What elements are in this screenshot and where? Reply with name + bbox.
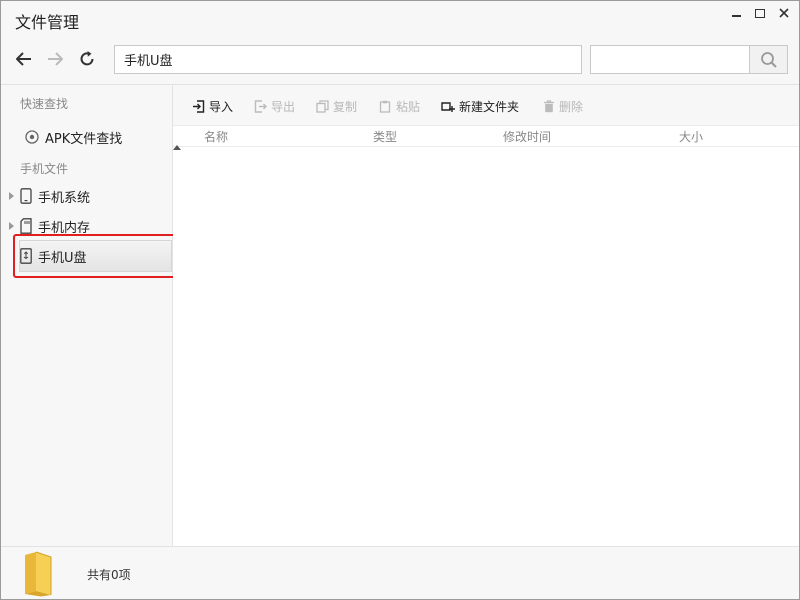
- trash-icon: [544, 99, 554, 112]
- target-icon: [25, 130, 39, 144]
- expand-arrow-icon[interactable]: [9, 192, 14, 200]
- refresh-icon: [80, 51, 94, 66]
- export-label: 导出: [271, 99, 296, 114]
- navigation-bar: [1, 37, 799, 85]
- section-quick-find: 快速查找: [20, 97, 69, 111]
- sidebar-item-label: 手机内存: [38, 220, 91, 236]
- close-icon: [779, 8, 789, 18]
- selection-highlight-box: [13, 234, 181, 278]
- copy-button[interactable]: 复制: [316, 97, 357, 115]
- paste-button[interactable]: 粘贴: [379, 97, 420, 115]
- maximize-button[interactable]: [749, 4, 771, 22]
- export-button[interactable]: 导出: [254, 97, 295, 115]
- new-folder-label: 新建文件夹: [459, 99, 520, 114]
- search-icon: [760, 51, 777, 68]
- column-size[interactable]: 大小: [679, 128, 703, 145]
- delete-button[interactable]: 删除: [543, 97, 583, 115]
- column-modified-time[interactable]: 修改时间: [503, 128, 551, 145]
- minimize-icon: [731, 15, 741, 17]
- import-icon: [193, 99, 205, 113]
- copy-icon: [316, 99, 329, 113]
- search-box: [590, 45, 788, 74]
- maximize-icon: [755, 8, 765, 18]
- forward-button[interactable]: [43, 47, 67, 71]
- item-count-text: 共有0项: [87, 568, 131, 582]
- sort-ascending-icon[interactable]: [173, 126, 181, 150]
- new-folder-icon: [441, 101, 455, 112]
- section-phone-files: 手机文件: [20, 162, 69, 176]
- title-bar: 文件管理: [1, 1, 799, 37]
- sidebar: 快速查找 APK文件查找 手机文件 手机系统 手机内存 手机U盘: [1, 85, 181, 546]
- refresh-button[interactable]: [75, 47, 99, 71]
- close-button[interactable]: [773, 4, 795, 22]
- import-label: 导入: [209, 99, 234, 114]
- sdcard-icon: [20, 218, 32, 234]
- back-button[interactable]: [12, 47, 36, 71]
- paste-label: 粘贴: [396, 99, 421, 114]
- import-button[interactable]: 导入: [192, 97, 233, 115]
- back-arrow-icon: [16, 52, 31, 66]
- folder-icon: [25, 551, 52, 597]
- copy-label: 复制: [333, 99, 358, 114]
- sidebar-item-phone-system[interactable]: 手机系统: [1, 183, 173, 209]
- address-bar[interactable]: [114, 45, 582, 74]
- status-bar: 共有0项: [1, 546, 799, 599]
- forward-arrow-icon: [48, 52, 63, 66]
- file-list-panel: 导入 导出 复制 粘贴 新建文件夹 删除 名称 类型 修改时间 大小: [173, 85, 799, 546]
- column-name[interactable]: 名称: [204, 128, 228, 145]
- search-input[interactable]: [591, 46, 749, 73]
- column-type[interactable]: 类型: [373, 128, 397, 145]
- paste-icon: [379, 100, 391, 113]
- new-folder-button[interactable]: 新建文件夹: [441, 97, 519, 115]
- toolbar: 导入 导出 复制 粘贴 新建文件夹 删除: [173, 85, 799, 125]
- column-header: 名称 类型 修改时间 大小: [173, 125, 799, 150]
- sidebar-item-label: 手机系统: [38, 190, 91, 206]
- export-icon: [254, 99, 267, 113]
- file-manager-window: 文件管理 手机U盘 快速查找 APK文件查找 手机文件 手机系统 手机内存 手机…: [0, 0, 800, 600]
- delete-label: 删除: [559, 99, 584, 114]
- phone-icon: [20, 188, 32, 204]
- window-title: 文件管理: [15, 13, 80, 32]
- sidebar-item-apk-find[interactable]: APK文件查找: [1, 124, 173, 150]
- expand-arrow-icon[interactable]: [9, 222, 14, 230]
- search-button[interactable]: [749, 46, 787, 73]
- sidebar-item-label: APK文件查找: [45, 131, 123, 147]
- minimize-button[interactable]: [725, 4, 747, 22]
